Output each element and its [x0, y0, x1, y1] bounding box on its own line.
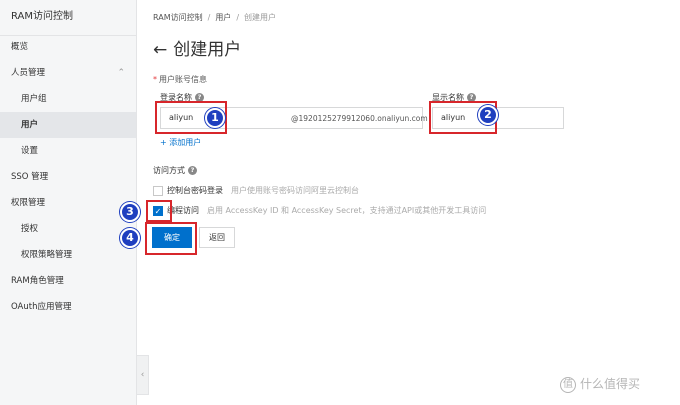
sidebar: RAM访问控制 概览 人员管理 ⌃ 用户组 用户 设置 SSO 管理 权限管理 授… — [0, 0, 137, 405]
sidebar-item-groups[interactable]: 用户组 — [0, 86, 136, 112]
help-icon[interactable]: ? — [188, 166, 197, 175]
back-arrow-icon[interactable]: ← — [153, 40, 167, 60]
sidebar-item-label: 授权 — [21, 224, 39, 234]
sidebar-collapse-handle[interactable]: ‹ — [137, 355, 149, 395]
step-badge-1: 1 — [205, 108, 225, 128]
breadcrumb-item-ram[interactable]: RAM访问控制 — [153, 13, 203, 22]
step-badge-2: 2 — [478, 105, 498, 125]
breadcrumb-item-users[interactable]: 用户 — [215, 13, 231, 22]
sidebar-item-people[interactable]: 人员管理 ⌃ — [0, 60, 136, 86]
chevron-up-icon[interactable]: ⌃ — [117, 60, 125, 86]
sidebar-item-label: 设置 — [21, 146, 39, 156]
step-badge-3: 3 — [120, 202, 140, 222]
breadcrumb-separator: / — [207, 13, 211, 22]
sidebar-item-permissions[interactable]: 权限管理 — [0, 190, 136, 216]
section-label: * 用户账号信息 — [153, 74, 207, 85]
page-title-text: 创建用户 — [173, 40, 242, 60]
watermark: 值什么值得买 — [560, 375, 640, 393]
sidebar-item-sso[interactable]: SSO 管理 — [0, 164, 136, 190]
breadcrumb-separator: / — [236, 13, 240, 22]
console-login-desc: 用户使用账号密码访问阿里云控制台 — [231, 186, 359, 195]
breadcrumb-item-current: 创建用户 — [244, 13, 277, 22]
sidebar-item-label: RAM角色管理 — [11, 276, 64, 286]
sidebar-item-label: SSO 管理 — [11, 172, 49, 182]
sidebar-item-label: 用户 — [21, 120, 39, 130]
console-login-checkbox[interactable] — [153, 186, 163, 196]
sidebar-item-label: 用户组 — [21, 94, 47, 104]
sidebar-item-grants[interactable]: 授权 — [0, 216, 136, 242]
page-title: ← 创建用户 — [153, 35, 241, 60]
sidebar-title: RAM访问控制 — [0, 0, 136, 36]
login-name-suffix: @1920125279912060.onaliyun.com — [291, 114, 428, 123]
sidebar-item-label: OAuth应用管理 — [11, 302, 72, 312]
sidebar-item-label: 概览 — [11, 42, 29, 52]
access-mode-label: 访问方式? — [153, 165, 197, 176]
back-button[interactable]: 返回 — [199, 227, 235, 248]
highlight-programmatic-checkbox — [146, 200, 172, 222]
sidebar-item-oauth[interactable]: OAuth应用管理 — [0, 294, 136, 320]
sidebar-item-roles[interactable]: RAM角色管理 — [0, 268, 136, 294]
add-user-link[interactable]: + 添加用户 — [160, 137, 201, 148]
console-login-label: 控制台密码登录 — [167, 186, 223, 195]
section-label-text: 用户账号信息 — [159, 75, 207, 84]
sidebar-item-users[interactable]: 用户 — [0, 112, 136, 138]
watermark-text: 什么值得买 — [580, 377, 641, 391]
console-login-option: 控制台密码登录 用户使用账号密码访问阿里云控制台 — [167, 185, 359, 196]
sidebar-item-overview[interactable]: 概览 — [0, 34, 136, 60]
step-badge-4: 4 — [120, 228, 140, 248]
sidebar-item-label: 权限策略管理 — [21, 250, 73, 260]
programmatic-access-option: 编程访问 启用 AccessKey ID 和 AccessKey Secret，支… — [167, 205, 486, 216]
sidebar-item-settings[interactable]: 设置 — [0, 138, 136, 164]
sidebar-item-label: 人员管理 — [11, 68, 46, 78]
sidebar-item-label: 权限管理 — [11, 198, 46, 208]
highlight-ok-button — [145, 222, 197, 255]
watermark-logo-icon: 值 — [560, 376, 576, 393]
required-mark: * — [153, 75, 157, 84]
access-mode-label-text: 访问方式 — [153, 166, 185, 175]
breadcrumb: RAM访问控制 / 用户 / 创建用户 — [153, 12, 276, 23]
sidebar-item-policies[interactable]: 权限策略管理 — [0, 242, 136, 268]
programmatic-access-desc: 启用 AccessKey ID 和 AccessKey Secret，支持通过A… — [207, 206, 487, 215]
